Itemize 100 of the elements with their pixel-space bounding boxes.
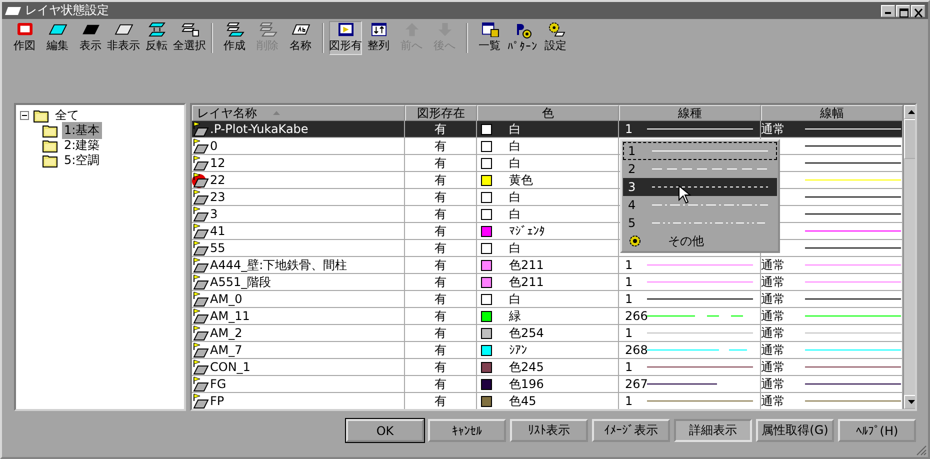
dialog-button[interactable]: ｷｬﾝｾﾙ (428, 419, 506, 442)
table-row[interactable]: AM_2 有 色254 1 通常 (192, 325, 903, 342)
linetype-number: 1 (625, 122, 634, 136)
toolbar-button[interactable]: 設定 (539, 21, 572, 55)
dialog-button[interactable]: 詳細表示 (674, 419, 752, 442)
window-icon (5, 6, 21, 14)
table-cell: 有 (405, 342, 477, 358)
column-header[interactable]: レイヤ名称 (192, 105, 405, 121)
scroll-thumb[interactable] (904, 119, 915, 159)
close-button[interactable] (911, 4, 925, 16)
dialog-button[interactable]: ｲﾒｰｼﾞ表示 (592, 419, 670, 442)
layer-icon (192, 257, 209, 273)
line-width-text: 通常 (761, 291, 786, 307)
table-row[interactable]: .P-Plot-YukaKabe 有 白 1 通常 (192, 121, 903, 138)
layer-name: AM_0 (210, 292, 242, 306)
line-width-text: 通常 (761, 308, 786, 324)
layer-name: .P-Plot-YukaKabe (210, 122, 308, 136)
layer-icon (192, 155, 209, 171)
collapse-button[interactable] (20, 111, 29, 120)
color-name: 緑 (509, 308, 521, 324)
layer-name: CON_1 (210, 360, 250, 374)
table-row[interactable]: AM_7 有 ｼｱﾝ 268 通常 (192, 342, 903, 359)
table-row[interactable]: FG 有 色196 267 通常 (192, 376, 903, 393)
dialog-button[interactable]: ﾘｽﾄ表示 (510, 419, 588, 442)
layer-icon (192, 223, 209, 239)
tree-item[interactable]: 1:基本 (62, 122, 102, 139)
dialog-button[interactable]: ﾍﾙﾌﾟ(H) (838, 419, 916, 442)
folder-icon (42, 138, 58, 153)
toolbar-button[interactable]: 作成 (218, 21, 251, 55)
layer-name: 41 (210, 224, 226, 238)
table-cell: 有 (405, 206, 477, 222)
scrollbar[interactable] (903, 105, 915, 409)
line-width-text: 通常 (761, 121, 786, 137)
color-name: ｼｱﾝ (509, 343, 527, 357)
toolbar-button[interactable]: 全選択 (173, 21, 206, 55)
table-row[interactable]: AM_11 有 緑 266 通常 (192, 308, 903, 325)
toolbar-button[interactable]: ﾊﾟﾀｰﾝ (506, 21, 539, 55)
window-icon (368, 22, 388, 37)
tree-item[interactable]: 全て (53, 107, 81, 124)
table-row[interactable]: A551_階段 有 色211 1 通常 (192, 274, 903, 291)
column-header[interactable]: 線種 (619, 105, 761, 121)
table-cell: 有 (405, 376, 477, 392)
table-cell: 有 (405, 308, 477, 324)
layer-icon (192, 240, 209, 256)
layer-icon (192, 393, 209, 409)
parallelogram-icon (290, 22, 310, 37)
toolbar-button[interactable]: 非表示 (107, 21, 140, 55)
table-row[interactable]: AM_0 有 白 1 通常 (192, 291, 903, 308)
table-row[interactable]: CON_1 有 色245 1 通常 (192, 359, 903, 376)
color-name: 白 (509, 121, 521, 137)
dialog-button[interactable]: OK (346, 419, 424, 442)
menu-item[interactable]: 1 (623, 142, 777, 160)
tree-item[interactable]: 5:空調 (62, 152, 102, 169)
column-header[interactable]: 色 (477, 105, 619, 121)
layers-icon (180, 22, 200, 37)
layer-name: AM_7 (210, 343, 242, 357)
table-row[interactable]: FP 有 色45 1 通常 (192, 393, 903, 409)
line-width-text: 通常 (761, 393, 786, 409)
color-name: 色254 (509, 325, 544, 341)
layers-icon (146, 22, 166, 37)
layer-icon (192, 189, 209, 205)
scroll-up-button[interactable] (904, 105, 915, 119)
line-width-text: 通常 (761, 359, 786, 375)
color-name: 白 (509, 291, 521, 307)
toolbar-button[interactable]: 作図 (8, 21, 41, 55)
toolbar-button[interactable]: 表示 (74, 21, 107, 55)
toolbar-button[interactable]: 名称 (284, 21, 317, 55)
layer-icon (192, 342, 209, 358)
toolbar-button[interactable]: 図形有 (329, 21, 362, 55)
column-header[interactable]: 図形存在 (405, 105, 477, 121)
toolbar-button[interactable]: 一覧 (473, 21, 506, 55)
layer-icon (192, 325, 209, 341)
color-name: 色245 (509, 359, 544, 375)
layer-icon (192, 138, 209, 154)
toolbar-button[interactable]: 編集 (41, 21, 74, 55)
color-name: ﾏｼﾞｪﾝﾀ (509, 224, 545, 238)
table-cell: 有 (405, 121, 477, 137)
line-width-text: 通常 (761, 342, 786, 358)
scroll-down-button[interactable] (904, 395, 915, 409)
tree-item[interactable]: 2:建築 (62, 137, 102, 154)
linetype-number: 1 (625, 326, 634, 340)
toolbar-button[interactable]: 反転 (140, 21, 173, 55)
resize-grip-icon (916, 445, 927, 456)
toolbar-button[interactable]: 整列 (362, 21, 395, 55)
table-row[interactable]: A444_壁:下地鉄骨、間柱 有 色211 1 通常 (192, 257, 903, 274)
parallelogram-icon (80, 22, 100, 37)
maximize-button[interactable] (896, 4, 910, 16)
menu-item[interactable]: 3 (623, 178, 777, 196)
column-header[interactable]: 線幅 (761, 105, 903, 121)
layer-icon (192, 291, 209, 307)
layer-name: 55 (210, 241, 226, 255)
linetype-number: 266 (625, 309, 647, 323)
layer-name: AM_11 (210, 309, 250, 323)
monitor-icon (336, 22, 356, 37)
table-cell: 有 (405, 359, 477, 375)
close-icon (912, 8, 924, 18)
table-cell: 有 (405, 138, 477, 154)
dialog-button[interactable]: 属性取得(G) (756, 419, 834, 442)
folder-icon (33, 108, 49, 123)
minimize-button[interactable] (881, 4, 895, 16)
